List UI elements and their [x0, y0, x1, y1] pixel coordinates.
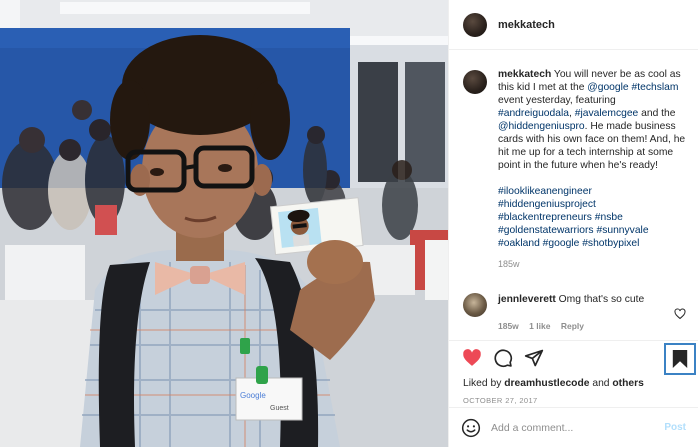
likes-prefix: Liked by — [463, 378, 505, 389]
caption-text: mekkatech You will never be as cool as t… — [498, 68, 686, 172]
caption-username[interactable]: mekkatech — [498, 69, 551, 80]
save-button[interactable] — [664, 343, 696, 375]
author-username[interactable]: mekkatech — [498, 19, 555, 31]
comment-item: jennleverett Omg that's so cute 185w 1 l… — [463, 293, 686, 333]
hashtag[interactable]: #hiddengeniusproject — [498, 199, 596, 210]
instagram-post: Google Guest mekkatech mekkatech You wil… — [0, 0, 698, 447]
hashtag[interactable]: #goldenstatewarriors — [498, 225, 594, 236]
badge-name-text: Guest — [270, 405, 289, 412]
hashtag[interactable]: #ilooklikeanengineer — [498, 186, 592, 197]
likes-summary: Liked by dreamhustlecode and others — [449, 378, 698, 389]
comment-like-count[interactable]: 1 like — [529, 321, 550, 331]
comment-timestamp[interactable]: 185w — [498, 321, 519, 331]
liker-username[interactable]: dreamhustlecode — [504, 378, 589, 389]
caption-avatar[interactable] — [463, 70, 487, 94]
commenter-username[interactable]: jennleverett — [498, 294, 556, 305]
heart-filled-icon — [463, 349, 481, 366]
hashtag[interactable]: #shotbypixel — [582, 238, 639, 249]
hashtag[interactable]: #oakland — [498, 238, 540, 249]
heart-outline-icon[interactable] — [674, 308, 686, 320]
share-icon — [524, 349, 544, 367]
caption-segment: event yesterday, featuring — [498, 95, 616, 106]
likes-others-link[interactable]: others — [612, 378, 643, 389]
comment-reply-button[interactable]: Reply — [561, 321, 584, 331]
hashtag-techslam[interactable]: #techslam — [632, 82, 679, 93]
comment-text: Omg that's so cute — [555, 294, 645, 305]
post-date[interactable]: OCTOBER 27, 2017 — [449, 396, 698, 405]
caption-timestamp[interactable]: 185w — [498, 258, 686, 271]
comment-meta: 185w 1 like Reply — [498, 320, 668, 333]
comment-input[interactable] — [491, 421, 641, 434]
hashtag[interactable]: #google — [543, 238, 580, 249]
emoji-icon[interactable] — [461, 418, 481, 438]
post-photo[interactable]: Google Guest — [0, 0, 448, 447]
comment-button[interactable] — [492, 347, 514, 369]
author-avatar[interactable] — [463, 12, 487, 37]
mention-hiddengeniuspro[interactable]: @hiddengeniuspro — [498, 121, 585, 132]
action-bar — [449, 341, 698, 375]
bookmark-icon — [672, 350, 688, 368]
caption-body: mekkatech You will never be as cool as t… — [498, 68, 686, 271]
post-side-panel: mekkatech mekkatech You will never be as… — [448, 0, 698, 447]
commenter-avatar[interactable] — [463, 293, 487, 317]
caption: mekkatech You will never be as cool as t… — [463, 68, 686, 271]
post-comment-button[interactable]: Post — [664, 422, 686, 433]
hashtag[interactable]: #blackentrepreneurs — [498, 212, 592, 223]
comment-body: jennleverett Omg that's so cute 185w 1 l… — [498, 293, 668, 333]
share-button[interactable] — [523, 347, 545, 369]
caption-hashtags: #ilooklikeanengineer #hiddengeniusproject… — [498, 185, 686, 250]
comment-text-line: jennleverett Omg that's so cute — [498, 293, 668, 306]
hashtag[interactable]: #sunnyvale — [596, 225, 648, 236]
post-header: mekkatech — [449, 0, 698, 50]
hashtag-andreiguodala[interactable]: #andreiguodala — [498, 108, 569, 119]
caption-segment: and the — [638, 108, 676, 119]
like-button[interactable] — [461, 347, 483, 369]
add-comment-bar: Post — [449, 407, 698, 447]
likes-middle: and — [589, 378, 613, 389]
actions-area: Liked by dreamhustlecode and others OCTO… — [449, 340, 698, 405]
hashtag-javalemcgee[interactable]: #javalemcgee — [575, 108, 639, 119]
mention-google[interactable]: @google — [587, 82, 628, 93]
hashtag[interactable]: #nsbe — [595, 212, 623, 223]
comment-icon — [494, 349, 513, 368]
badge-brand-text: Google — [240, 391, 266, 400]
photo-illustration: Google Guest — [0, 0, 448, 447]
comments-section[interactable]: mekkatech You will never be as cool as t… — [449, 50, 698, 340]
